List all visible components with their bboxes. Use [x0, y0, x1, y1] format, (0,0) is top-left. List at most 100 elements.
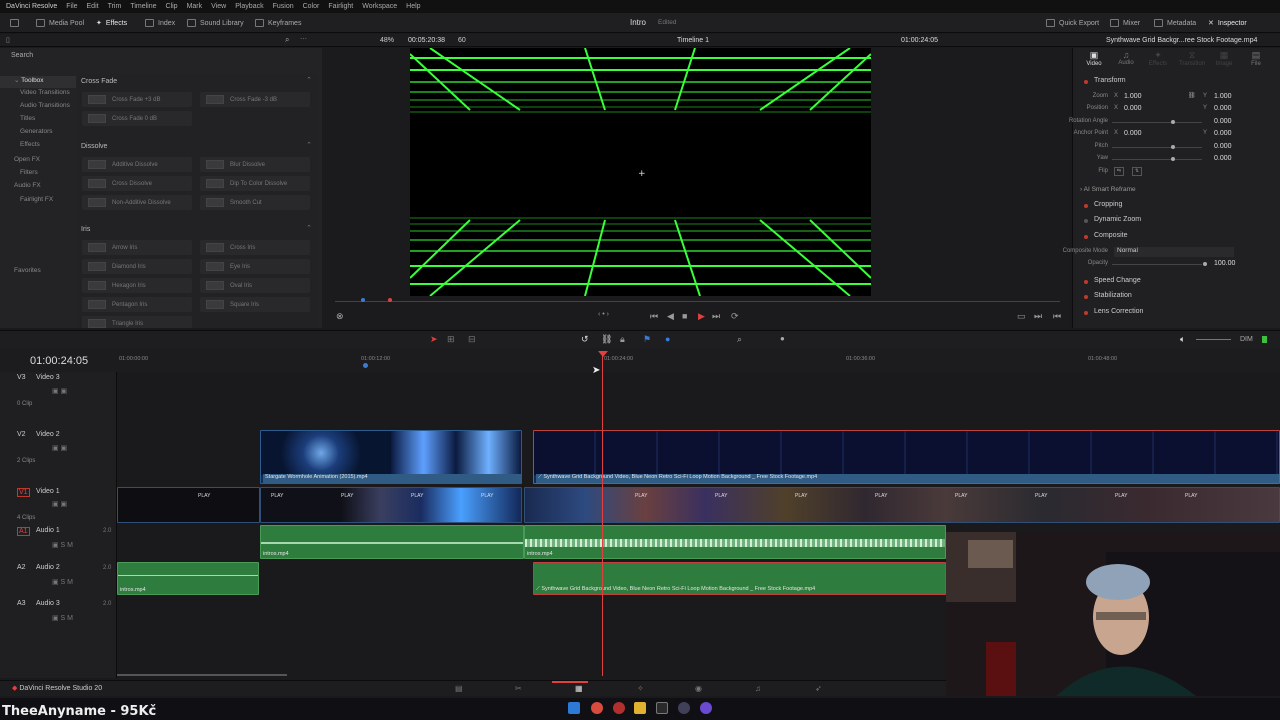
track-controls-icon[interactable]: ▣ ▣	[52, 387, 67, 395]
track-id[interactable]: V1	[17, 488, 30, 497]
track-controls-icon[interactable]: ▣ S M	[52, 578, 73, 586]
windows-start-icon[interactable]	[568, 702, 580, 714]
file-explorer-icon[interactable]	[634, 702, 646, 714]
link-icon[interactable]: ⛓	[1188, 92, 1196, 99]
discord-icon[interactable]	[700, 702, 712, 714]
color-page-icon[interactable]: ◉	[695, 684, 702, 693]
tree-item-open-fx[interactable]: Open FX	[0, 156, 76, 168]
menu-fairlight[interactable]: Fairlight	[328, 3, 353, 10]
next-icon[interactable]: ⏭	[1034, 311, 1042, 322]
stop-button[interactable]: ■	[682, 311, 687, 321]
timeline-ruler[interactable]: 01:00:00:00 01:00:12:00 01:00:24:00 01:0…	[117, 352, 1280, 370]
chrome-icon[interactable]	[591, 702, 603, 714]
yaw-slider[interactable]	[1112, 159, 1202, 160]
effect-eye-iris[interactable]: Eye Iris	[200, 259, 310, 274]
clip-a1-intros-b[interactable]: intros.mp4	[524, 525, 946, 559]
menu-clip[interactable]: Clip	[166, 3, 178, 10]
clip-v1-intros-a[interactable]: PLAY PLAY PLAY PLAY	[260, 487, 522, 523]
track-header-v2[interactable]: V2 Video 2 ▣ ▣ 2 Clips	[0, 429, 117, 485]
track-controls-icon[interactable]: ▣ ▣	[52, 444, 67, 452]
section-dynamic-zoom[interactable]: Dynamic Zoom	[1080, 216, 1270, 229]
track-name[interactable]: Video 3	[36, 374, 60, 381]
track-header-a3[interactable]: A3 Audio 3 2.0 ▣ S M	[0, 598, 117, 634]
flag-icon[interactable]: ⚑	[643, 334, 651, 345]
flip-horizontal-icon[interactable]: ⇆	[1114, 167, 1124, 176]
viewer-frame[interactable]: +	[410, 48, 871, 296]
category-cross-fade[interactable]: Cross Fade	[81, 78, 117, 85]
clip-v1-intros-b[interactable]: PLAY PLAY PLAY PLAY PLAY PLAY PLAY PLAY	[524, 487, 1280, 523]
track-header-a2[interactable]: A2 Audio 2 2.0 ▣ S M	[0, 562, 117, 598]
timeline-marker[interactable]	[363, 363, 368, 368]
loop-button[interactable]: ⟳	[731, 311, 739, 322]
effects-button[interactable]: ✦ Effects	[96, 17, 127, 29]
menu-trim[interactable]: Trim	[108, 3, 122, 10]
effect-triangle-iris[interactable]: Triangle Iris	[82, 316, 192, 328]
timeline-name[interactable]: Timeline 1	[677, 37, 709, 44]
viewer-scrubber[interactable]	[335, 298, 1060, 304]
playhead-marker[interactable]	[388, 298, 392, 302]
media-pool-button[interactable]: Media Pool	[36, 17, 84, 29]
play-button[interactable]: ▶	[698, 311, 705, 322]
collapse-icon[interactable]: ⌃	[306, 76, 312, 84]
enabled-icon[interactable]	[1084, 311, 1088, 315]
effect-cross-fade-0[interactable]: Cross Fade 0 dB	[82, 111, 192, 126]
menu-playback[interactable]: Playback	[235, 3, 263, 10]
section-stabilization[interactable]: Stabilization	[1080, 292, 1270, 305]
tree-item-audio-transitions[interactable]: Audio Transitions	[0, 102, 76, 114]
opacity-slider[interactable]	[1112, 264, 1202, 265]
options-icon[interactable]: ⋯	[300, 35, 307, 43]
effect-diamond-iris[interactable]: Diamond Iris	[82, 259, 192, 274]
section-transform[interactable]: Transform	[1080, 77, 1270, 90]
menu-help[interactable]: Help	[406, 3, 420, 10]
deliver-page-icon[interactable]: ➶	[815, 684, 822, 693]
yaw-value[interactable]: 0.000	[1214, 155, 1232, 162]
browser-icon[interactable]	[613, 702, 625, 714]
zoom-slider-icon[interactable]: ●	[780, 334, 785, 343]
lock-icon[interactable]: 🔒︎	[620, 334, 625, 345]
rotation-value[interactable]: 0.000	[1214, 118, 1232, 125]
fullscreen-icon[interactable]: ▭	[1017, 311, 1026, 322]
selection-tool-icon[interactable]: ➤	[430, 334, 438, 345]
timeline-timecode[interactable]: 01:00:24:05	[30, 355, 88, 367]
speaker-icon[interactable]: 🔈︎	[1180, 334, 1185, 345]
menu-file[interactable]: File	[66, 3, 77, 10]
track-header-a1[interactable]: A1 Audio 1 2.0 ▣ S M	[0, 525, 117, 561]
track-controls-icon[interactable]: ▣ ▣	[52, 500, 67, 508]
enabled-icon[interactable]	[1084, 280, 1088, 284]
menu-timeline[interactable]: Timeline	[130, 3, 156, 10]
disabled-icon[interactable]	[1084, 219, 1088, 223]
anchor-y-value[interactable]: 0.000	[1214, 130, 1232, 137]
effect-cross-fade-minus3[interactable]: Cross Fade -3 dB	[200, 92, 310, 107]
clip-a2-synthwave[interactable]: ⟋ Synthwave Grid Background Video, Blue …	[533, 562, 946, 595]
track-name[interactable]: Audio 2	[36, 564, 60, 571]
link-clips-icon[interactable]: ⛓	[601, 334, 612, 345]
sound-library-button[interactable]: Sound Library	[187, 17, 244, 29]
metadata-button[interactable]: Metadata	[1154, 17, 1196, 29]
effect-arrow-iris[interactable]: Arrow Iris	[82, 240, 192, 255]
enabled-icon[interactable]	[1084, 235, 1088, 239]
pitch-slider[interactable]	[1112, 147, 1202, 148]
clip-a1-intros-a[interactable]: intros.mp4	[260, 525, 524, 559]
section-lens-correction[interactable]: Lens Correction	[1080, 308, 1270, 321]
effect-cross-iris[interactable]: Cross Iris	[200, 240, 310, 255]
effect-smooth-cut[interactable]: Smooth Cut	[200, 195, 310, 210]
effect-square-iris[interactable]: Square Iris	[200, 297, 310, 312]
quick-export-button[interactable]: Quick Export	[1046, 17, 1099, 29]
position-y-value[interactable]: 0.000	[1214, 105, 1232, 112]
fusion-page-icon[interactable]: ✧	[637, 684, 644, 693]
menu-mark[interactable]: Mark	[187, 3, 203, 10]
menu-view[interactable]: View	[211, 3, 226, 10]
enabled-icon[interactable]	[1084, 295, 1088, 299]
effects-search-input[interactable]: Search	[0, 52, 80, 66]
clip-stargate-wormhole[interactable]: Stargate Wormhole Animation (2015).mp4	[260, 430, 522, 484]
enabled-icon[interactable]	[1084, 204, 1088, 208]
horizontal-scrollbar[interactable]	[117, 674, 287, 676]
slider-handle[interactable]	[1203, 262, 1207, 266]
keyframes-button[interactable]: Keyframes	[255, 17, 301, 29]
play-reverse-button[interactable]: ◀	[667, 311, 674, 322]
tree-item-fairlight-fx[interactable]: Fairlight FX	[0, 196, 76, 208]
tree-item-video-transitions[interactable]: Video Transitions	[0, 89, 76, 101]
track-header-v1[interactable]: V1 Video 1 ▣ ▣ 4 Clips	[0, 486, 117, 524]
track-header-v3[interactable]: V3 Video 3 ▣ ▣ 0 Clip	[0, 372, 117, 428]
cut-page-icon[interactable]: ✂	[515, 684, 522, 693]
